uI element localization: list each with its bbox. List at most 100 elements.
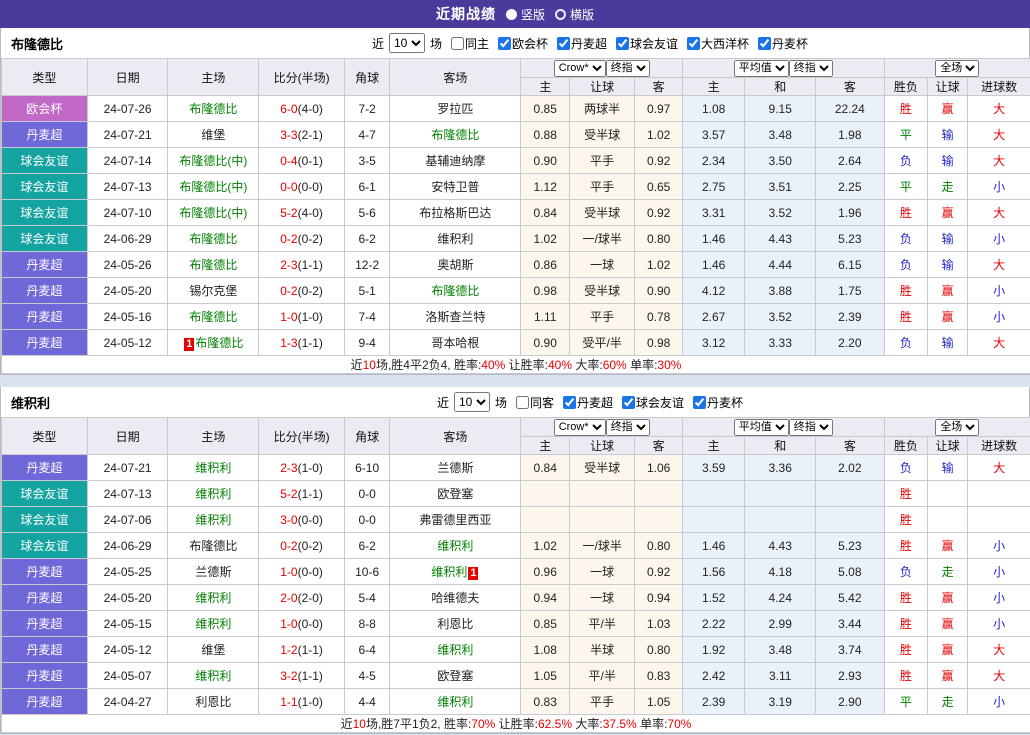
radio-horizontal[interactable]: 横版: [555, 6, 594, 23]
league-filter-欧会杯[interactable]: 欧会杯: [492, 35, 548, 52]
away-team-cell[interactable]: 布拉格斯巴达: [389, 199, 522, 226]
away-team-cell[interactable]: 哥本哈根: [389, 329, 522, 356]
date-cell: 24-05-16: [86, 303, 169, 330]
summary-text: 近10场,胜4平2负4, 胜率:40% 让胜率:40% 大率:60% 单率:30…: [1, 355, 1030, 374]
league-filter-丹麦杯[interactable]: 丹麦杯: [752, 35, 808, 52]
away-team-cell[interactable]: 罗拉匹: [389, 95, 522, 122]
league-filter-丹麦超-checkbox[interactable]: [563, 395, 576, 409]
league-filter-丹麦杯-checkbox[interactable]: [693, 395, 707, 409]
recent-count-select[interactable]: 10: [453, 392, 490, 412]
league-filter-大西洋杯[interactable]: 大西洋杯: [681, 35, 749, 52]
same-venue-filter[interactable]: 同客: [510, 394, 554, 411]
home-team-cell[interactable]: 维积利: [167, 454, 260, 481]
date-cell: 24-06-29: [86, 532, 169, 559]
same-venue-filter-checkbox[interactable]: [450, 36, 464, 50]
col-header-主场: 主场: [167, 417, 260, 455]
home-team-cell[interactable]: 布隆德比(中): [167, 147, 260, 174]
radio-vertical[interactable]: 竖版: [505, 6, 545, 23]
home-team-cell[interactable]: 维堡: [167, 636, 260, 663]
home-team-cell[interactable]: 利恩比: [167, 688, 260, 715]
final-odds-select[interactable]: 终指: [605, 418, 650, 436]
score-cell: 0-2(0-2): [258, 225, 345, 252]
corners-cell: 5-4: [343, 584, 391, 611]
home-team-cell[interactable]: 布隆德比: [167, 225, 260, 252]
league-filter-丹麦超[interactable]: 丹麦超: [557, 394, 613, 411]
league-filter-丹麦超[interactable]: 丹麦超: [551, 35, 607, 52]
home-team-cell[interactable]: 兰德斯: [167, 558, 260, 585]
avg-away-cell: [815, 506, 885, 533]
avg-away-cell: 2.20: [815, 329, 885, 356]
league-filter-大西洋杯-checkbox[interactable]: [687, 36, 701, 50]
league-filter-丹麦杯[interactable]: 丹麦杯: [687, 394, 743, 411]
bookmaker-select[interactable]: Crow*: [553, 418, 606, 436]
odds-handicap-cell: 受半球: [568, 277, 636, 304]
final-odds-select[interactable]: 终指: [605, 59, 650, 77]
final-odds-select-2[interactable]: 终指: [788, 59, 833, 77]
avg-away-cell: 6.15: [815, 251, 885, 278]
bookmaker-select[interactable]: Crow*: [553, 59, 606, 77]
corners-cell: 8-8: [343, 610, 391, 637]
corners-cell: 6-1: [343, 173, 391, 200]
home-team-cell[interactable]: 布隆德比: [167, 251, 260, 278]
match-row: 丹麦超 24-05-15 维积利 1-0(0-0) 8-8 利恩比 0.85 平/半 1.03 2…: [1, 610, 1030, 637]
away-team-cell[interactable]: 兰德斯: [389, 454, 522, 481]
same-venue-filter-checkbox[interactable]: [515, 395, 529, 409]
away-team-cell[interactable]: 布隆德比: [389, 277, 522, 304]
away-team-cell[interactable]: 基辅迪纳摩: [389, 147, 522, 174]
odds-handicap-cell: 半球: [568, 636, 636, 663]
average-select[interactable]: 平均值: [733, 418, 789, 436]
away-team-cell[interactable]: 利恩比: [389, 610, 522, 637]
away-team-cell[interactable]: 洛斯查兰特: [389, 303, 522, 330]
home-team-cell[interactable]: 锡尔克堡: [167, 277, 260, 304]
bookmaker-group-header: Crow* 终指: [520, 417, 683, 437]
home-team-cell[interactable]: 布隆德比(中): [167, 199, 260, 226]
away-team-cell[interactable]: 奥胡斯: [389, 251, 522, 278]
away-team-cell[interactable]: 欧登塞: [389, 480, 522, 507]
final-odds-select-2[interactable]: 终指: [788, 418, 833, 436]
away-team-cell[interactable]: 维积利: [389, 532, 522, 559]
league-badge: 丹麦超: [1, 610, 88, 637]
recent-count-select[interactable]: 10: [388, 33, 425, 53]
fulltime-select[interactable]: 全场: [935, 59, 980, 77]
away-team-cell[interactable]: 维积利: [389, 636, 522, 663]
away-team-cell[interactable]: 维积利 1: [389, 558, 522, 585]
col-header-主场: 主场: [167, 58, 260, 96]
home-team-cell[interactable]: 维堡: [167, 121, 260, 148]
match-row: 丹麦超 24-05-25 兰德斯 1-0(0-0) 10-6 维积利 1 0.96 一球 0.92…: [1, 558, 1030, 585]
home-team-cell[interactable]: 1 布隆德比: [167, 329, 260, 356]
home-team-cell[interactable]: 布隆德比(中): [167, 173, 260, 200]
away-team-cell[interactable]: 欧登塞: [389, 662, 522, 689]
corners-cell: 4-7: [343, 121, 391, 148]
bookmaker-group-header: Crow* 终指: [520, 58, 683, 78]
away-team-cell[interactable]: 安特卫普: [389, 173, 522, 200]
away-team-cell[interactable]: 布隆德比: [389, 121, 522, 148]
home-team-cell[interactable]: 维积利: [167, 662, 260, 689]
home-team-cell[interactable]: 维积利: [167, 584, 260, 611]
league-filter-丹麦超-checkbox[interactable]: [557, 36, 570, 50]
home-team-cell[interactable]: 布隆德比: [167, 95, 260, 122]
league-filter-球会友谊[interactable]: 球会友谊: [610, 35, 678, 52]
home-team-cell[interactable]: 布隆德比: [167, 532, 260, 559]
sub-header-主: 主: [681, 436, 746, 455]
match-row: 丹麦超 24-05-12 维堡 1-2(1-1) 6-4 维积利 1.08 半球 0.80 1.9…: [1, 636, 1030, 663]
average-select[interactable]: 平均值: [733, 59, 789, 77]
home-team-cell[interactable]: 维积利: [167, 506, 260, 533]
league-filter-球会友谊-checkbox[interactable]: [616, 36, 630, 50]
league-filter-欧会杯-checkbox[interactable]: [497, 36, 511, 50]
same-venue-filter[interactable]: 同主: [445, 35, 489, 52]
away-team-cell[interactable]: 弗雷德里西亚: [389, 506, 522, 533]
away-team-cell[interactable]: 哈维德夫: [389, 584, 522, 611]
avg-home-cell: 1.46: [681, 251, 746, 278]
home-team-cell[interactable]: 维积利: [167, 610, 260, 637]
league-filter-球会友谊[interactable]: 球会友谊: [616, 394, 684, 411]
league-badge: 球会友谊: [1, 199, 88, 226]
home-team-cell[interactable]: 维积利: [167, 480, 260, 507]
league-filter-球会友谊-checkbox[interactable]: [622, 395, 636, 409]
home-team-cell[interactable]: 布隆德比: [167, 303, 260, 330]
away-team-cell[interactable]: 维积利: [389, 225, 522, 252]
league-filter-丹麦杯-checkbox[interactable]: [758, 36, 772, 50]
avg-away-cell: 5.23: [815, 225, 885, 252]
away-team-cell[interactable]: 维积利: [389, 688, 522, 715]
fulltime-select[interactable]: 全场: [935, 418, 980, 436]
radio-unselected-icon: [555, 8, 566, 20]
